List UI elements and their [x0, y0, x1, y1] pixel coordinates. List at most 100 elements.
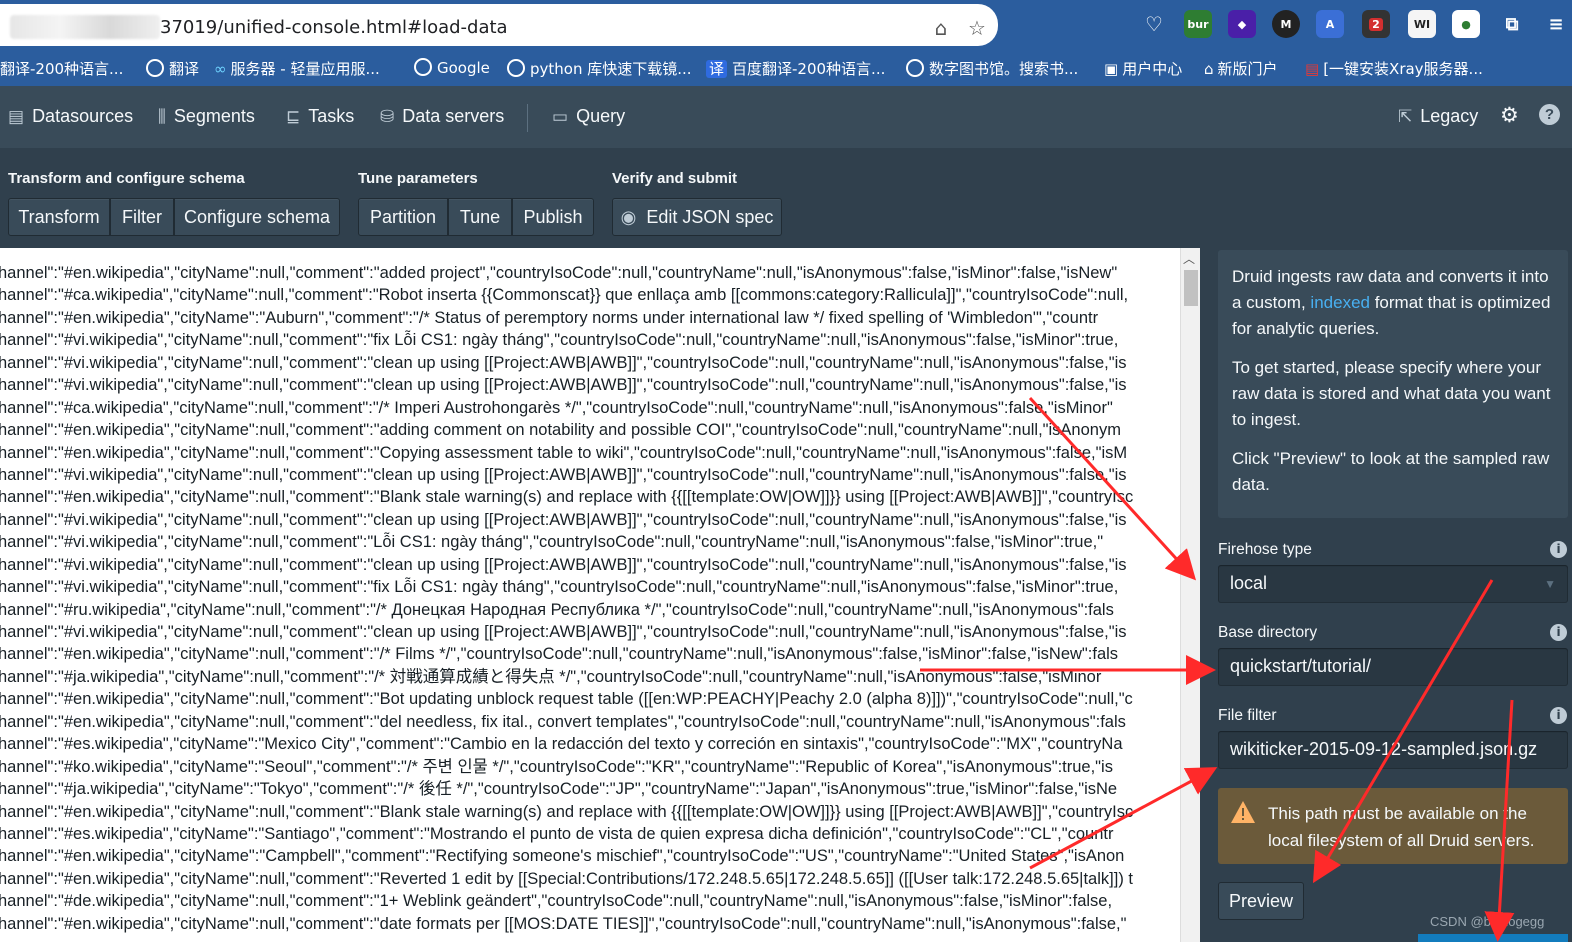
data-row: hannel":"#ca.wikipedia","cityName":null,… — [0, 286, 1129, 305]
preview-button[interactable]: Preview — [1218, 882, 1304, 920]
data-row: hannel":"#es.wikipedia","cityName":"Mexi… — [0, 735, 1123, 754]
eye-icon: ◉ — [620, 206, 637, 227]
extensions-puzzle-icon[interactable]: ⧉ — [1498, 10, 1526, 38]
data-row: hannel":"#en.wikipedia","cityName":null,… — [0, 264, 1118, 282]
extension-wi-icon[interactable]: WI — [1408, 10, 1436, 38]
file-filter-input[interactable]: wikiticker-2015-09-12-sampled.json.gz — [1218, 731, 1568, 769]
control-panel: Druid ingests raw data and converts it i… — [1200, 248, 1572, 942]
data-row: hannel":"#vi.wikipedia","cityName":null,… — [0, 353, 1127, 372]
bookmark-item[interactable]: Google — [414, 58, 490, 77]
nav-legacy[interactable]: ⇱ Legacy — [1398, 106, 1478, 127]
bookmark-item[interactable]: ∞ 服务器 - 轻量应用服... — [214, 58, 380, 79]
picture-icon: ▣ — [1104, 60, 1119, 78]
data-scrollbar[interactable]: ︿ — [1180, 248, 1200, 942]
red-page-icon: ▤ — [1305, 60, 1320, 78]
data-row: hannel":"#ru.wikipedia","cityName":null,… — [0, 600, 1114, 619]
data-row: hannel":"#vi.wikipedia","cityName":null,… — [0, 376, 1127, 395]
scroll-up-icon[interactable]: ︿ — [1183, 250, 1195, 267]
warning-callout: This path must be available on the local… — [1218, 788, 1568, 864]
baidu-translate-icon: 译 — [706, 60, 728, 78]
scroll-thumb[interactable] — [1184, 270, 1198, 306]
nav-data-servers[interactable]: ⛁ Data servers — [380, 106, 504, 127]
data-row: hannel":"#en.wikipedia","cityName":"Camp… — [0, 847, 1125, 866]
data-row: hannel":"#ca.wikipedia","cityName":null,… — [0, 398, 1113, 417]
help-icon[interactable]: ? — [1539, 104, 1560, 125]
nav-divider — [527, 104, 528, 132]
bookmark-item[interactable]: ▤ [一键安装Xray服务器... — [1305, 58, 1483, 79]
bookmark-item[interactable]: ⌂ 新版门户 — [1204, 58, 1278, 79]
info-icon[interactable]: i — [1550, 707, 1567, 724]
info-icon[interactable]: i — [1550, 624, 1567, 641]
intro-paragraph: To get started, please specify where you… — [1232, 358, 1551, 429]
home-icon: ⌂ — [1204, 60, 1214, 78]
nav-datasources[interactable]: ▤ Datasources — [8, 106, 133, 127]
step-filter[interactable]: Filter — [110, 198, 174, 236]
base-directory-input[interactable]: quickstart/tutorial/ — [1218, 648, 1568, 686]
step-edit-json-spec[interactable]: ◉ Edit JSON spec — [612, 198, 782, 236]
segments-icon: ⫼ — [158, 107, 166, 126]
extension-green-icon[interactable]: ● — [1452, 10, 1480, 38]
intro-paragraph: Druid ingests raw data and converts it i… — [1232, 267, 1551, 338]
firehose-type-label: Firehose type — [1218, 541, 1312, 558]
watermark: CSDN @biddogegg — [1430, 914, 1545, 929]
extension-badge-icon[interactable]: 2 — [1362, 10, 1390, 38]
base-directory-label: Base directory — [1218, 624, 1318, 641]
address-bar[interactable]: 37019/unified-console.html#load-data ⌂ ☆ — [0, 4, 998, 46]
data-row: hannel":"#en.wikipedia","cityName":null,… — [0, 488, 1134, 507]
step-transform[interactable]: Transform — [8, 198, 110, 236]
settings-gear-icon[interactable]: ⚙ — [1500, 103, 1519, 128]
bookmark-item[interactable]: 译百度翻译-200种语言... — [706, 58, 885, 79]
firehose-type-select[interactable]: local ▼ — [1218, 565, 1568, 603]
nav-tasks[interactable]: ⊑ Tasks — [286, 106, 354, 127]
bookmark-item[interactable]: ▣ 用户中心 — [1104, 58, 1182, 79]
indexed-link[interactable]: indexed — [1310, 293, 1370, 312]
data-row: hannel":"#vi.wikipedia","cityName":null,… — [0, 623, 1127, 641]
bookmark-item[interactable]: 翻译 — [146, 58, 199, 79]
blurred-host — [10, 15, 160, 39]
data-row: hannel":"#en.wikipedia","cityName":null,… — [0, 421, 1121, 440]
translate-icon[interactable]: ⌂ — [930, 17, 952, 39]
step-group-title: Transform and configure schema — [8, 170, 245, 187]
caret-down-icon: ▼ — [1544, 577, 1556, 591]
data-row: hannel":"#en.wikipedia","cityName":"Aubu… — [0, 308, 1099, 327]
extension-translate-icon[interactable]: A — [1316, 10, 1344, 38]
extension-bur-icon[interactable]: bur — [1184, 10, 1212, 38]
next-button-edge[interactable] — [1418, 934, 1568, 942]
data-row: hannel":"#vi.wikipedia","cityName":null,… — [0, 578, 1119, 597]
browser-toolbar: 37019/unified-console.html#load-data ⌂ ☆… — [0, 0, 1572, 48]
pocket-icon[interactable]: ♡ — [1140, 10, 1168, 38]
globe-icon — [906, 59, 924, 77]
extension-m-icon[interactable]: M — [1272, 10, 1300, 38]
info-icon[interactable]: i — [1550, 541, 1567, 558]
data-row: hannel":"#en.wikipedia","cityName":null,… — [0, 690, 1133, 709]
nav-segments[interactable]: ⫼ Segments — [158, 106, 255, 127]
nav-query[interactable]: ▭ Query — [552, 106, 625, 127]
step-configure-schema[interactable]: Configure schema — [174, 198, 340, 236]
menu-icon[interactable]: ≡ — [1542, 10, 1570, 38]
bookmark-item[interactable]: python 库快速下载镜... — [507, 58, 692, 79]
step-tune[interactable]: Tune — [448, 198, 512, 236]
data-row: hannel":"#ja.wikipedia","cityName":"Toky… — [0, 780, 1118, 799]
globe-icon — [507, 59, 525, 77]
data-lines: hannel":"#en.wikipedia","cityName":null,… — [0, 248, 1180, 935]
query-icon: ▭ — [552, 107, 569, 126]
url-text: 37019/unified-console.html#load-data — [160, 17, 508, 38]
data-row: hannel":"#vi.wikipedia","cityName":null,… — [0, 555, 1127, 574]
globe-icon — [414, 58, 432, 76]
bookmark-star-icon[interactable]: ☆ — [966, 17, 988, 39]
extension-diamond-icon[interactable]: ◆ — [1228, 10, 1256, 38]
cloud-icon: ∞ — [214, 60, 227, 78]
data-row: hannel":"#en.wikipedia","cityName":null,… — [0, 914, 1127, 933]
step-bar: Transform and configure schema Transform… — [0, 148, 1572, 248]
intro-callout: Druid ingests raw data and converts it i… — [1218, 250, 1568, 518]
step-publish[interactable]: Publish — [512, 198, 594, 236]
raw-data-preview[interactable]: hannel":"#en.wikipedia","cityName":null,… — [0, 248, 1180, 942]
data-row: hannel":"#vi.wikipedia","cityName":null,… — [0, 510, 1127, 529]
data-row: hannel":"#en.wikipedia","cityName":null,… — [0, 712, 1126, 731]
bookmark-item[interactable]: 数字图书馆。搜索书... — [906, 58, 1078, 79]
data-row: hannel":"#en.wikipedia","cityName":null,… — [0, 443, 1128, 462]
step-partition[interactable]: Partition — [358, 198, 448, 236]
bookmark-item[interactable]: 翻译-200种语言... — [0, 58, 123, 79]
data-row: hannel":"#vi.wikipedia","cityName":null,… — [0, 331, 1119, 350]
tasks-icon: ⊑ — [286, 107, 301, 126]
